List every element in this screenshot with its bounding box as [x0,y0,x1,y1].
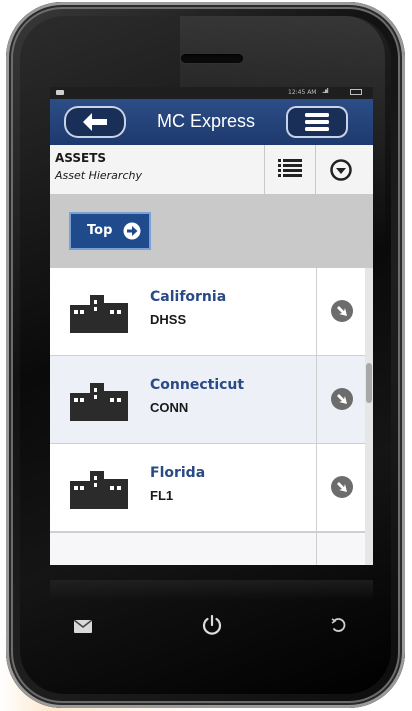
earpiece-speaker [181,54,243,63]
item-code: CONN [150,400,189,415]
drill-down-button[interactable] [316,356,365,443]
dropdown-button[interactable] [315,145,365,194]
item-name: Connecticut [150,377,245,393]
arrow-down-right-circle-icon [331,388,353,410]
scrollbar[interactable] [365,268,373,565]
top-navigation-area: Top [50,195,373,268]
arrow-left-icon [83,113,107,131]
item-name: California [150,289,227,305]
building-icon [70,471,128,509]
list-item[interactable]: California DHSS [50,268,365,356]
refresh-icon[interactable] [330,616,348,634]
signal-icon: ..ııl [322,88,329,95]
drill-down-button[interactable] [316,444,365,531]
scroll-thumb[interactable] [366,363,372,403]
power-icon[interactable] [201,614,223,636]
section-subtitle: Asset Hierarchy [55,169,142,182]
list-item[interactable]: Connecticut CONN [50,356,365,444]
divider [316,533,317,565]
list-item-partial[interactable] [50,532,365,565]
list-view-button[interactable] [264,145,315,194]
item-code: FL1 [150,488,174,503]
app-title: MC Express [156,111,255,131]
back-button[interactable] [64,106,126,138]
screen-reflection [50,580,373,600]
item-name: Florida [150,465,206,481]
item-code: DHSS [150,312,187,327]
list-view-icon [278,159,302,177]
menu-button[interactable] [286,106,348,138]
drill-down-button[interactable] [316,268,365,355]
arrow-down-right-circle-icon [331,476,353,498]
section-title: ASSETS [55,151,107,165]
app-header: MC Express [50,99,373,145]
arrow-down-right-circle-icon [331,300,353,322]
battery-icon [350,89,362,95]
arrow-right-icon [123,222,141,240]
status-time: 12:45 AM [288,89,317,96]
phone-screen: 12:45 AM ..ııl MC Express ASSETS Asset H… [50,87,373,565]
mail-icon[interactable] [74,620,92,633]
building-icon [70,383,128,421]
notification-icon [56,90,64,95]
chevron-down-circle-icon [330,159,352,181]
hamburger-menu-icon [305,113,329,131]
assets-bar: ASSETS Asset Hierarchy [50,145,373,195]
status-bar: 12:45 AM ..ııl [50,87,373,99]
top-button[interactable]: Top [69,212,151,250]
top-button-label: Top [87,223,113,238]
list-item[interactable]: Florida FL1 [50,444,365,532]
building-icon [70,295,128,333]
